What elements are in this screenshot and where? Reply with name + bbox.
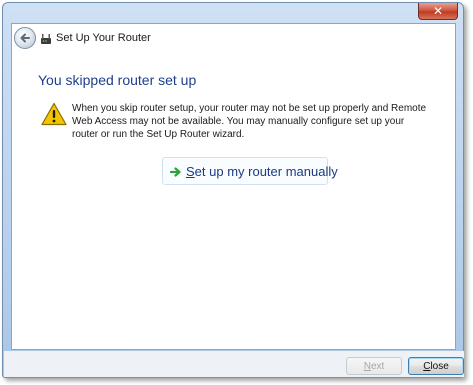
back-arrow-icon [20, 33, 30, 43]
dialog-window: ✕ Set Up Your Router You skipped router … [2, 2, 464, 378]
warning-icon [41, 102, 67, 126]
dialog-title: Set Up Your Router [56, 32, 151, 44]
close-mnemonic: C [423, 360, 431, 372]
close-icon: ✕ [432, 4, 444, 18]
page-heading: You skipped router set up [38, 72, 197, 88]
warning-message: When you skip router setup, your router … [72, 103, 427, 140]
next-button[interactable]: Next [346, 357, 402, 375]
close-rest: lose [430, 360, 449, 372]
setup-link-mnemonic: S [186, 164, 195, 179]
window-close-button[interactable]: ✕ [418, 3, 458, 20]
setup-router-manually-link[interactable]: Set up my router manually [162, 157, 338, 185]
green-arrow-icon [170, 167, 181, 177]
back-button[interactable] [14, 27, 36, 49]
dialog-footer: Next Close [4, 351, 464, 377]
next-rest: ext [370, 360, 385, 372]
close-button[interactable]: Close [408, 357, 464, 375]
next-mnemonic: N [363, 360, 371, 372]
router-icon [41, 34, 51, 44]
setup-router-manually-label: Set up my router manually [186, 164, 338, 179]
setup-link-rest: et up my router manually [194, 164, 338, 179]
dialog-content: Set Up Your Router You skipped router se… [11, 23, 456, 350]
dialog-header: Set Up Your Router [12, 24, 455, 54]
